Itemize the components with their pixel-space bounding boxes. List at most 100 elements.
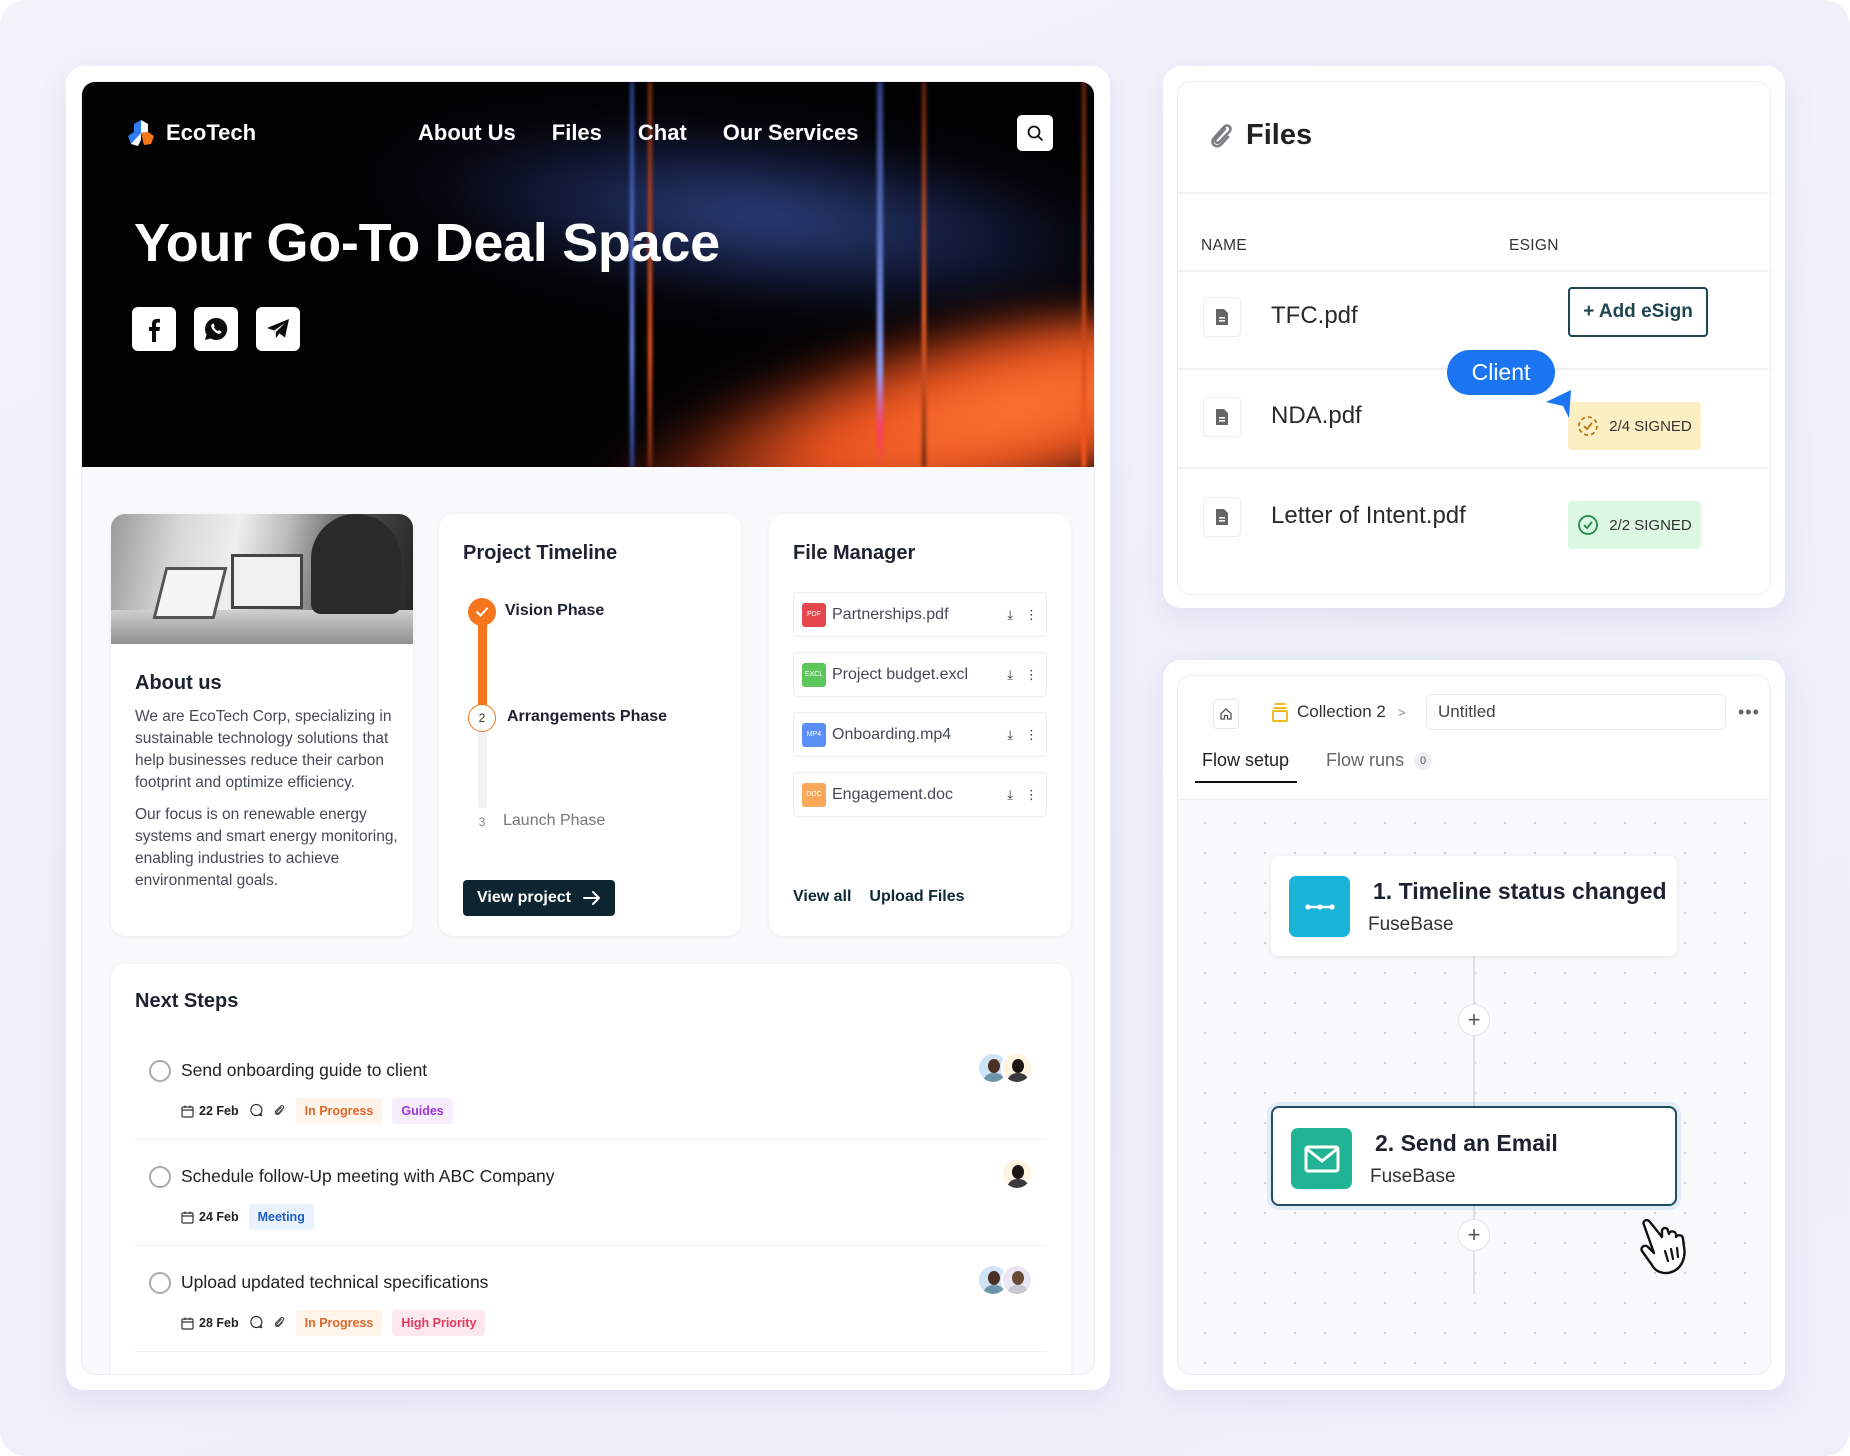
phase-label[interactable]: Arrangements Phase xyxy=(507,708,667,726)
task-checkbox[interactable] xyxy=(149,1060,171,1082)
timeline-progress xyxy=(478,614,487,712)
task-tag[interactable]: In Progress xyxy=(295,1098,383,1124)
assignee-avatar[interactable] xyxy=(1001,1052,1033,1084)
tab-flow-setup[interactable]: Flow setup xyxy=(1195,750,1298,783)
file-name: Project budget.excl xyxy=(832,665,969,683)
more-vertical-icon[interactable]: ⋮ xyxy=(1025,607,1038,623)
document-icon xyxy=(1203,397,1241,437)
task-assignees xyxy=(1001,1158,1033,1190)
more-vertical-icon[interactable]: ⋮ xyxy=(1025,787,1038,803)
view-all-link[interactable]: View all xyxy=(793,888,851,906)
flow-step-trigger[interactable]: 1. Timeline status changed FuseBase xyxy=(1271,856,1677,956)
about-photo xyxy=(111,514,413,644)
phase-current-marker: 2 xyxy=(468,704,496,732)
signed-check-icon xyxy=(1578,515,1599,535)
hand-cursor-icon xyxy=(1640,1218,1686,1275)
home-button[interactable] xyxy=(1213,699,1239,729)
task-meta: 24 Feb Meeting xyxy=(181,1204,314,1230)
assignee-avatar[interactable] xyxy=(1001,1158,1033,1190)
file-name: Engagement.doc xyxy=(832,785,953,803)
file-name[interactable]: Letter of Intent.pdf xyxy=(1271,502,1466,530)
flow-step-action[interactable]: 2. Send an Email FuseBase xyxy=(1271,1106,1677,1206)
task-tag[interactable]: Meeting xyxy=(248,1204,314,1230)
check-icon xyxy=(476,607,488,617)
more-options-icon[interactable]: ••• xyxy=(1738,702,1760,723)
download-icon[interactable]: ⤓ xyxy=(1007,727,1013,743)
brand-logo[interactable]: EcoTech xyxy=(126,118,256,148)
task-checkbox[interactable] xyxy=(149,1166,171,1188)
search-button[interactable] xyxy=(1017,115,1053,151)
add-esign-button[interactable]: + Add eSign xyxy=(1568,287,1708,337)
nav-files[interactable]: Files xyxy=(552,118,602,148)
column-header-esign[interactable]: ESIGN xyxy=(1509,237,1559,255)
file-item[interactable]: DOC Engagement.doc ⤓ ⋮ xyxy=(793,772,1047,817)
arrow-right-icon xyxy=(582,891,600,905)
file-name[interactable]: NDA.pdf xyxy=(1271,402,1362,430)
ecotech-logo-icon xyxy=(128,120,154,146)
telegram-button[interactable] xyxy=(256,307,300,351)
phase-label[interactable]: Launch Phase xyxy=(503,812,605,830)
collection-icon xyxy=(1272,703,1288,722)
files-header: Files xyxy=(1208,119,1312,152)
pdf-file-icon: PDF xyxy=(802,602,826,627)
pending-check-icon xyxy=(1578,416,1599,436)
project-timeline-card: Project Timeline 2 3 Vision Phase Arrang… xyxy=(439,514,741,936)
task-checkbox[interactable] xyxy=(149,1272,171,1294)
task-tag[interactable]: High Priority xyxy=(392,1310,486,1336)
tab-flow-runs[interactable]: Flow runs 0 xyxy=(1319,750,1440,783)
esign-status-label: 2/4 SIGNED xyxy=(1609,417,1692,435)
file-name[interactable]: TFC.pdf xyxy=(1271,302,1358,330)
download-icon[interactable]: ⤓ xyxy=(1007,787,1013,803)
whatsapp-button[interactable] xyxy=(194,307,238,351)
add-step-button[interactable]: + xyxy=(1458,1219,1490,1251)
calendar-icon xyxy=(181,1105,194,1118)
flow-runs-count: 0 xyxy=(1414,752,1433,770)
home-icon xyxy=(1220,708,1232,720)
comment-button[interactable] xyxy=(249,1315,263,1332)
upload-files-link[interactable]: Upload Files xyxy=(869,888,964,906)
tab-flow-runs-label: Flow runs xyxy=(1326,750,1405,770)
paperclip-icon xyxy=(1211,123,1232,148)
task-item[interactable]: Upload updated technical specifications 2… xyxy=(135,1246,1047,1352)
phase-done-marker xyxy=(468,598,496,626)
more-vertical-icon[interactable]: ⋮ xyxy=(1025,727,1038,743)
task-tag[interactable]: Guides xyxy=(392,1098,453,1124)
nav-our-services[interactable]: Our Services xyxy=(723,118,859,148)
about-title: About us xyxy=(135,672,222,694)
file-item[interactable]: EXCL Project budget.excl ⤓ ⋮ xyxy=(793,652,1047,697)
view-project-button[interactable]: View project xyxy=(463,880,615,916)
task-title[interactable]: Send onboarding guide to client xyxy=(181,1060,427,1081)
calendar-icon xyxy=(181,1211,194,1224)
task-tag[interactable]: In Progress xyxy=(295,1310,383,1336)
download-icon[interactable]: ⤓ xyxy=(1007,667,1013,683)
file-item[interactable]: MP4 Onboarding.mp4 ⤓ ⋮ xyxy=(793,712,1047,757)
flow-step-subtitle: FuseBase xyxy=(1370,1166,1456,1187)
telegram-icon xyxy=(267,319,289,338)
flow-title-input[interactable]: Untitled xyxy=(1426,694,1726,730)
file-item[interactable]: PDF Partnerships.pdf ⤓ ⋮ xyxy=(793,592,1047,637)
add-step-button[interactable]: + xyxy=(1458,1004,1490,1036)
phase-label[interactable]: Vision Phase xyxy=(505,602,604,620)
nav-chat[interactable]: Chat xyxy=(638,118,687,148)
attachment-button[interactable] xyxy=(273,1103,286,1120)
task-title[interactable]: Schedule follow-Up meeting with ABC Comp… xyxy=(181,1166,555,1187)
task-assignees xyxy=(977,1264,1033,1296)
deal-space-page: EcoTech About Us Files Chat Our Services… xyxy=(81,81,1095,1375)
column-header-name[interactable]: NAME xyxy=(1201,237,1247,255)
nav-about-us[interactable]: About Us xyxy=(418,118,516,148)
phase-upcoming-marker: 3 xyxy=(468,808,496,836)
more-vertical-icon[interactable]: ⋮ xyxy=(1025,667,1038,683)
task-title[interactable]: Upload updated technical specifications xyxy=(181,1272,488,1293)
task-item[interactable]: Schedule follow-Up meeting with ABC Comp… xyxy=(135,1140,1047,1246)
cursor-pointer-icon xyxy=(1546,390,1571,418)
task-item[interactable]: Send onboarding guide to client 22 Feb In … xyxy=(135,1034,1047,1140)
breadcrumb-collection[interactable]: Collection 2 xyxy=(1297,702,1386,722)
assignee-avatar[interactable] xyxy=(1001,1264,1033,1296)
about-paragraph: Our focus is on renewable energy systems… xyxy=(135,806,398,889)
download-icon[interactable]: ⤓ xyxy=(1007,607,1013,623)
attachment-button[interactable] xyxy=(273,1315,286,1332)
client-cursor-label: Client xyxy=(1447,350,1555,395)
comment-button[interactable] xyxy=(249,1103,263,1120)
attachment-icon xyxy=(274,1104,284,1115)
facebook-button[interactable] xyxy=(132,307,176,351)
